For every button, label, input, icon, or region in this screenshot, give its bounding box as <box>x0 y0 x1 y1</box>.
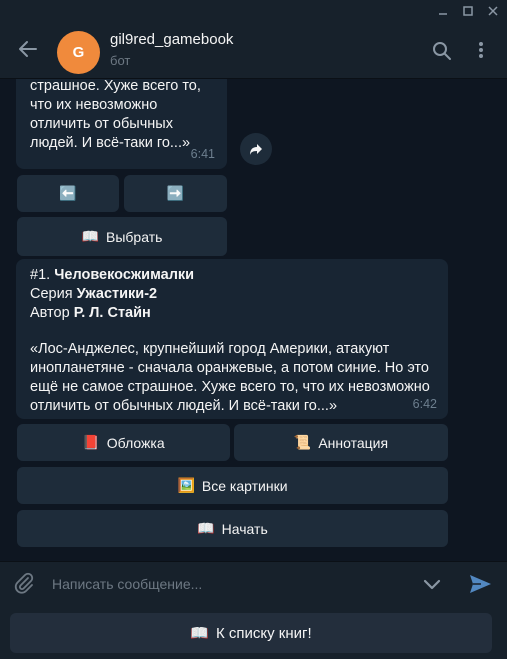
book-icon: 📖 <box>190 625 209 642</box>
paperclip-icon[interactable] <box>12 571 36 595</box>
book-description-line: отличить от обычных людей. И всё-таки го… <box>30 398 338 414</box>
message-input[interactable] <box>50 572 404 596</box>
back-arrow-icon[interactable] <box>17 38 39 60</box>
close-icon[interactable] <box>485 3 501 19</box>
chevron-down-icon[interactable] <box>420 572 444 596</box>
book-list-button[interactable]: 📖 К списку книг! <box>10 613 492 653</box>
choose-button-label: Выбрать <box>106 228 163 245</box>
annotation-button[interactable]: 📜 Аннотация <box>234 424 448 461</box>
prev-page-button[interactable]: ⬅️ <box>17 175 119 212</box>
picture-icon: 🖼️ <box>177 477 195 493</box>
message-list[interactable]: страшное. Хуже всего то, что их невозмож… <box>0 79 507 560</box>
book-list-button-label: К списку книг! <box>216 624 312 642</box>
book-description-line: инопланетяне - сначала оранжевые, а пото… <box>30 360 429 376</box>
message-text-line: что их невозможно <box>30 97 158 113</box>
start-button[interactable]: 📖 Начать <box>17 510 448 547</box>
book-icon: 📖 <box>197 520 215 536</box>
share-icon[interactable] <box>240 133 272 165</box>
chat-header: G gil9red_gamebook бот <box>0 22 507 79</box>
book-icon: 📖 <box>81 228 100 244</box>
maximize-icon[interactable] <box>460 3 476 19</box>
message-text-line: отличить от обычных <box>30 116 173 132</box>
cover-button[interactable]: 📕 Обложка <box>17 424 230 461</box>
choose-button[interactable]: 📖 Выбрать <box>17 217 227 256</box>
chat-subtitle: бот <box>110 53 131 68</box>
book-author-line: Автор Р. Л. Стайн <box>30 305 151 321</box>
next-page-button[interactable]: ➡️ <box>124 175 227 212</box>
message-bubble: страшное. Хуже всего то, что их невозмож… <box>16 79 227 169</box>
book-title-line: #1. Человекосжималки <box>30 267 195 283</box>
message-text-line: людей. И всё-таки го...» <box>30 135 191 151</box>
message-time: 6:42 <box>412 397 437 411</box>
message-time: 6:41 <box>190 147 215 161</box>
message-composer <box>0 561 507 605</box>
message-bubble: #1. Человекосжималки Серия Ужастики-2 Ав… <box>16 259 448 419</box>
start-button-label: Начать <box>221 520 268 537</box>
book-series-line: Серия Ужастики-2 <box>30 286 158 302</box>
search-icon[interactable] <box>431 40 453 62</box>
all-pictures-button[interactable]: 🖼️ Все картинки <box>17 467 448 504</box>
window-titlebar <box>0 0 507 22</box>
reply-keyboard: 📖 К списку книг! <box>0 605 507 659</box>
cover-button-label: Обложка <box>106 434 165 451</box>
left-arrow-icon: ⬅️ <box>59 185 77 201</box>
red-book-icon: 📕 <box>82 434 100 450</box>
avatar[interactable]: G <box>57 31 100 74</box>
more-vertical-icon[interactable] <box>470 39 492 61</box>
scroll-icon: 📜 <box>293 434 312 450</box>
book-description-line: ещё не самое страшное. Хуже всего то, чт… <box>30 379 430 395</box>
annotation-button-label: Аннотация <box>318 434 389 451</box>
send-icon[interactable] <box>467 571 493 597</box>
chat-title[interactable]: gil9red_gamebook <box>110 31 233 48</box>
minimize-icon[interactable] <box>435 3 451 19</box>
right-arrow-icon: ➡️ <box>166 185 185 201</box>
book-description-line: «Лос-Анджелес, крупнейший город Америки,… <box>30 341 390 357</box>
all-pictures-button-label: Все картинки <box>201 477 288 494</box>
message-text-line: страшное. Хуже всего то, <box>30 79 201 94</box>
